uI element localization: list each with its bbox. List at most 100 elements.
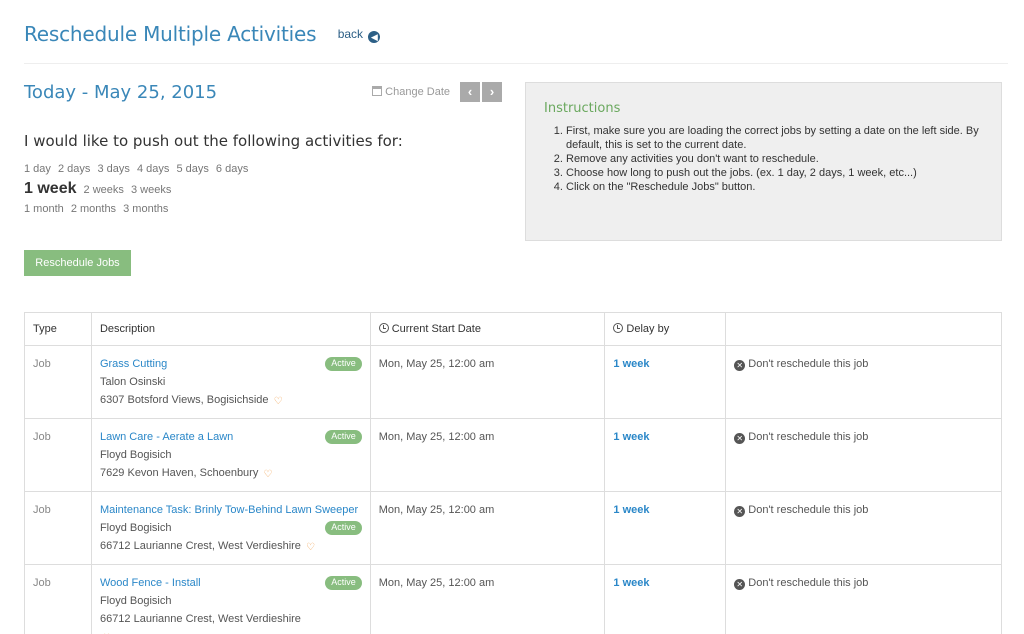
row-start-date: Mon, May 25, 12:00 am [369,491,606,565]
delay-option[interactable]: 3 months [123,203,168,215]
table-row: Job Wood Fence - Install Active Floyd Bo… [24,564,1002,634]
clock-icon [613,323,624,333]
delay-link[interactable]: 1 week [613,431,649,443]
page-title: Reschedule Multiple Activities [24,22,317,46]
instructions-panel: Instructions First, make sure you are lo… [525,82,1002,241]
week-options-row: 1 week 2 weeks 3 weeks [24,179,252,200]
x-circle-icon: ✕ [734,433,746,444]
delay-link[interactable]: 1 week [613,358,649,370]
arrow-left-circle-icon: ◀ [368,31,381,43]
day-options-row: 1 day 2 days 3 days 4 days 5 days 6 days [24,160,252,179]
client-name: Floyd Bogisich [99,449,172,461]
delay-option[interactable]: 2 days [58,163,90,175]
job-title-link[interactable]: Maintenance Task: Brinly Tow-Behind Lawn… [100,504,358,516]
delay-link[interactable]: 1 week [613,577,649,589]
x-circle-icon: ✕ [734,360,746,371]
header-start-date: Current Start Date [369,312,606,346]
client-name: Floyd Bogisich [99,522,172,534]
map-pin-icon[interactable]: ♡ [263,466,272,480]
row-type: Job [24,418,92,492]
status-badge: Active [325,430,362,444]
next-date-button[interactable]: › [482,82,502,102]
jobs-table: Type Description Current Start Date Dela… [24,312,1002,634]
calendar-icon [372,86,383,96]
instructions-list: First, make sure you are loading the cor… [544,124,983,194]
delay-option[interactable]: 2 months [71,203,116,215]
row-actions: ✕ Don't reschedule this job [725,345,1002,419]
date-tools: Change Date ‹ › [372,82,502,102]
row-delay: 1 week [604,345,727,419]
delay-option-selected[interactable]: 1 week [24,180,76,197]
map-pin-icon[interactable]: ♡ [306,539,315,553]
job-address: 66712 Laurianne Crest, West Verdieshire … [100,610,312,634]
address-text: 66712 Laurianne Crest, West Verdieshire [99,613,301,625]
dont-reschedule-link[interactable]: ✕ Don't reschedule this job [734,577,868,590]
delay-options: 1 day 2 days 3 days 4 days 5 days 6 days… [24,160,252,219]
delay-link[interactable]: 1 week [613,504,649,516]
row-type: Job [24,345,92,419]
header-delay-label: Delay by [626,323,670,335]
row-description: Grass Cutting Active Talon Osinski 6307 … [90,345,371,419]
map-pin-icon[interactable]: ♡ [274,393,283,407]
delay-option[interactable]: 2 weeks [84,184,124,196]
row-type: Job [24,564,92,634]
delay-option[interactable]: 6 days [216,163,248,175]
skip-label: Don't reschedule this job [748,504,869,516]
change-date-link[interactable]: Change Date [372,86,450,98]
row-description: Maintenance Task: Brinly Tow-Behind Lawn… [90,491,371,565]
map-pin-icon[interactable]: ♡ [102,630,111,634]
table-row: Job Grass Cutting Active Talon Osinski 6… [24,345,1002,419]
clock-icon [378,323,389,333]
back-label: back [337,27,364,41]
row-start-date: Mon, May 25, 12:00 am [369,345,606,419]
page-header: Reschedule Multiple Activities back ◀ [24,22,1008,64]
x-circle-icon: ✕ [734,579,746,590]
row-type: Job [24,491,92,565]
header-actions [725,312,1002,346]
date-section: Today - May 25, 2015 Change Date ‹ › [24,82,502,103]
skip-label: Don't reschedule this job [748,431,869,443]
header-description: Description [90,312,371,346]
job-address: 7629 Kevon Haven, Schoenbury ♡ [100,464,312,482]
delay-option[interactable]: 1 day [24,163,51,175]
date-title: Today - May 25, 2015 [24,82,218,103]
change-date-label: Change Date [385,86,450,98]
job-address: 66712 Laurianne Crest, West Verdieshire … [100,537,362,555]
status-badge: Active [325,357,362,371]
job-title-link[interactable]: Grass Cutting [100,358,167,370]
prev-date-button[interactable]: ‹ [460,82,480,102]
reschedule-jobs-button[interactable]: Reschedule Jobs [24,250,131,276]
delay-option[interactable]: 3 weeks [131,184,171,196]
delay-option[interactable]: 5 days [176,163,208,175]
row-description: Lawn Care - Aerate a Lawn Active Floyd B… [90,418,371,492]
instruction-step: Remove any activities you don't want to … [566,152,983,166]
delay-option[interactable]: 1 month [24,203,64,215]
address-text: 7629 Kevon Haven, Schoenbury [99,467,259,479]
instruction-step: First, make sure you are loading the cor… [566,124,983,152]
table-header-row: Type Description Current Start Date Dela… [24,312,1002,346]
table-row: Job Maintenance Task: Brinly Tow-Behind … [24,491,1002,565]
row-delay: 1 week [604,491,727,565]
delay-option[interactable]: 3 days [97,163,129,175]
header-start-label: Current Start Date [391,323,481,335]
back-link[interactable]: back ◀ [338,27,381,43]
header-type: Type [24,312,92,346]
row-description: Wood Fence - Install Active Floyd Bogisi… [90,564,371,634]
instruction-step: Choose how long to push out the jobs. (e… [566,166,983,180]
header-delay: Delay by [604,312,727,346]
skip-label: Don't reschedule this job [748,358,869,370]
client-name: Talon Osinski [99,376,166,388]
dont-reschedule-link[interactable]: ✕ Don't reschedule this job [734,504,869,517]
instruction-step: Click on the "Reschedule Jobs" button. [566,180,983,194]
row-actions: ✕ Don't reschedule this job [725,491,1002,565]
row-actions: ✕ Don't reschedule this job [725,564,1002,634]
delay-option[interactable]: 4 days [137,163,169,175]
delay-prompt: I would like to push out the following a… [24,132,403,150]
job-title-link[interactable]: Wood Fence - Install [100,577,201,589]
row-start-date: Mon, May 25, 12:00 am [369,564,606,634]
dont-reschedule-link[interactable]: ✕ Don't reschedule this job [734,358,869,371]
job-address: 6307 Botsford Views, Bogisichside ♡ [100,391,312,409]
row-actions: ✕ Don't reschedule this job [725,418,1002,492]
job-title-link[interactable]: Lawn Care - Aerate a Lawn [100,431,233,443]
dont-reschedule-link[interactable]: ✕ Don't reschedule this job [734,431,869,444]
